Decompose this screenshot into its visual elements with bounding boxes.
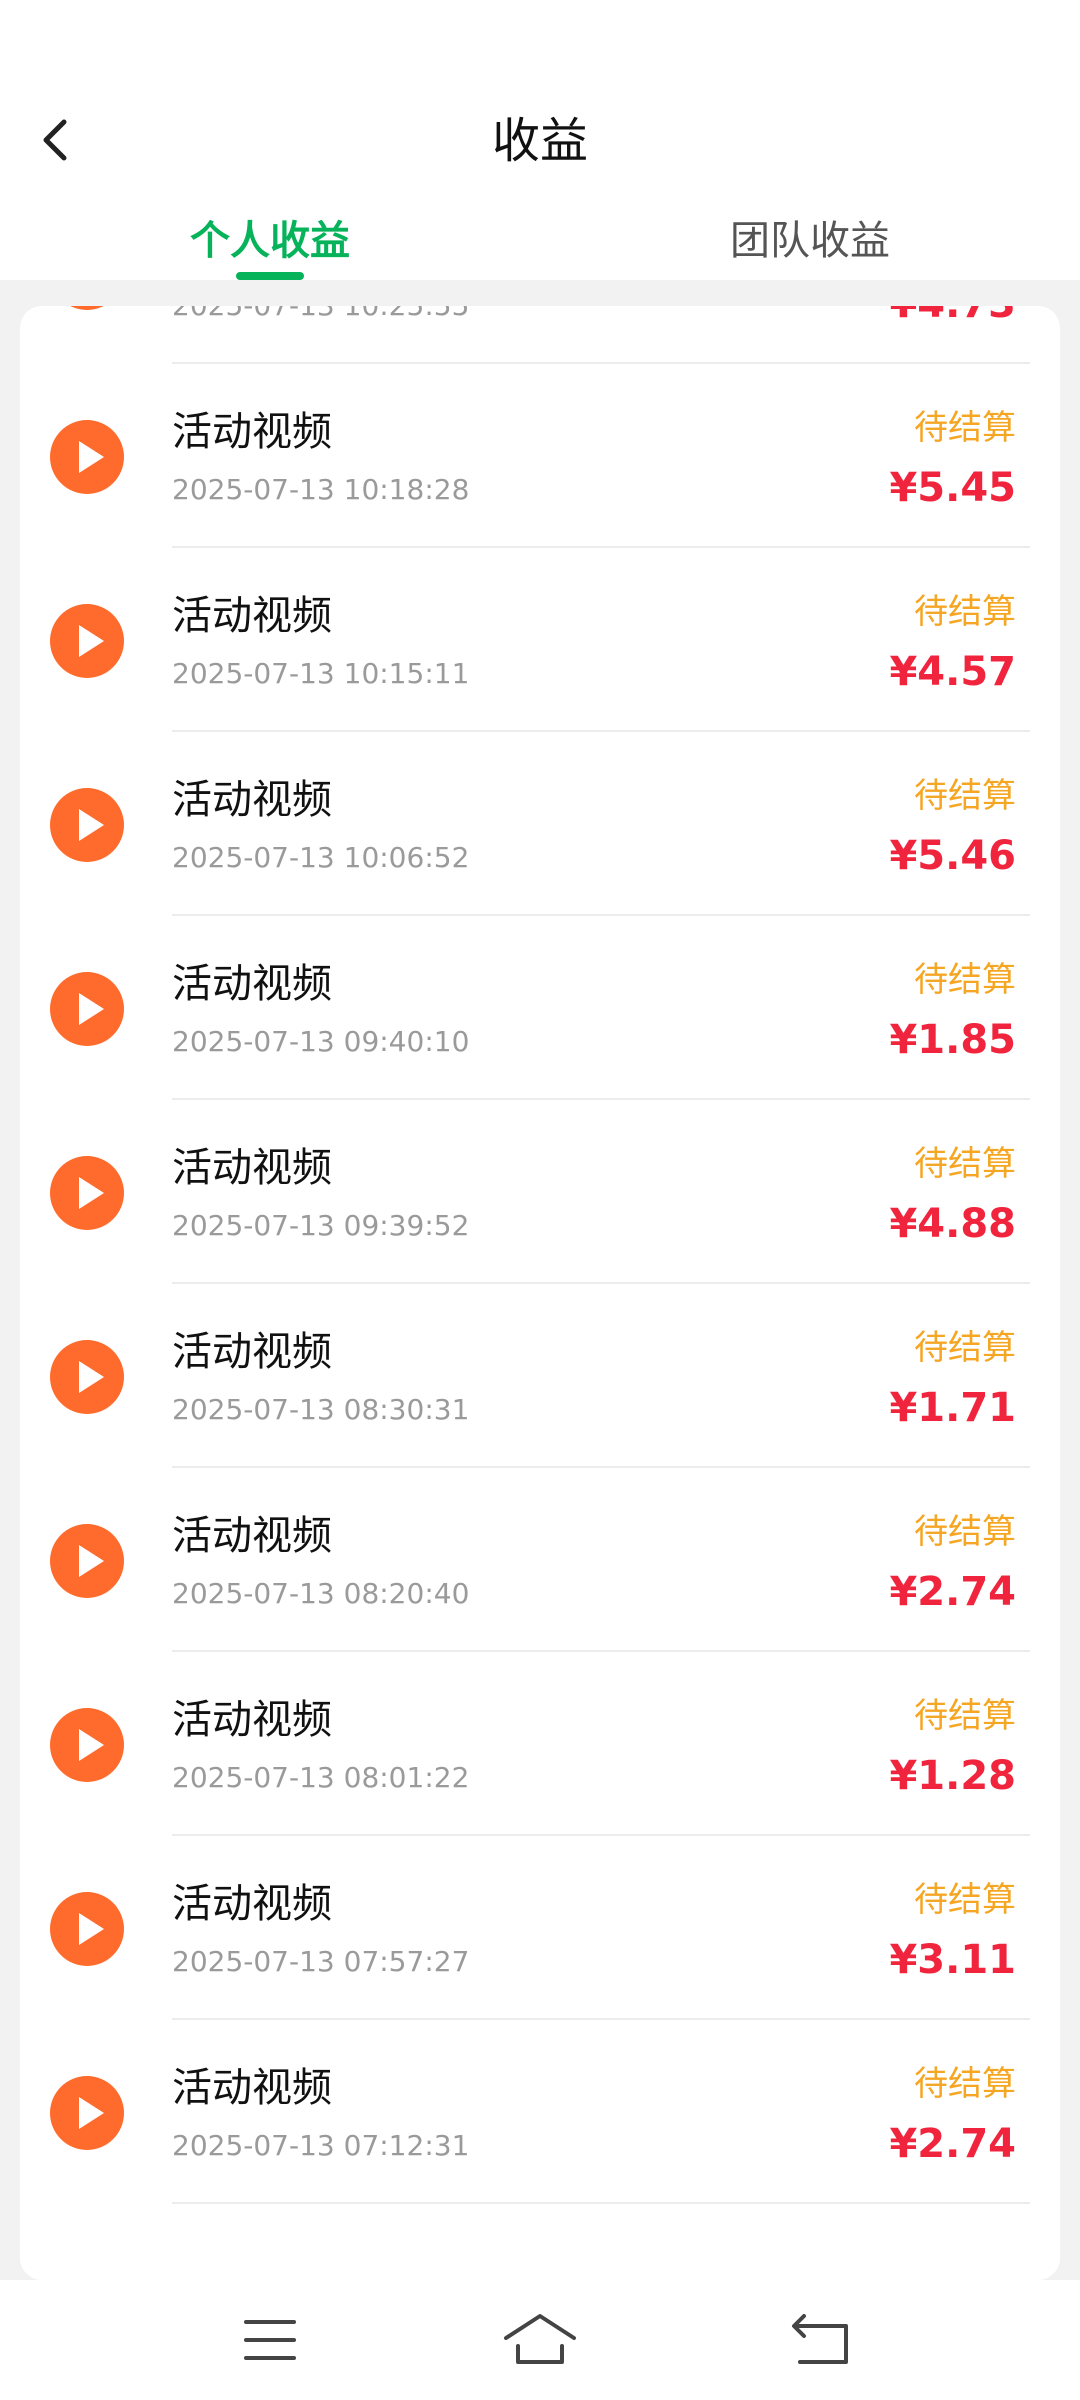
home-icon	[504, 2314, 576, 2364]
earnings-row-status: 待结算	[914, 1512, 1016, 1552]
earnings-list[interactable]: 活动视频2025-07-13 10:25:55待结算¥4.73活动视频2025-…	[20, 306, 1060, 2280]
back-arrow-icon	[792, 2314, 848, 2364]
earnings-row[interactable]: 活动视频 2025-07-13 10:15:11 待结算 ¥4.57	[20, 548, 1060, 732]
earnings-row-amount: ¥3.11	[889, 1937, 1016, 1983]
earnings-row-title: 活动视频	[172, 1329, 332, 1375]
system-navigation-bar	[0, 2280, 1080, 2400]
earnings-row-status: 待结算	[914, 408, 1016, 448]
play-icon	[50, 1524, 124, 1598]
earnings-row-time: 2025-07-13 10:06:52	[172, 841, 470, 874]
earnings-row-time: 2025-07-13 09:39:52	[172, 1209, 470, 1242]
earnings-row-status: 待结算	[914, 1144, 1016, 1184]
tab-team-earnings[interactable]: 团队收益	[660, 206, 960, 276]
play-icon	[50, 972, 124, 1046]
play-icon	[50, 1340, 124, 1414]
active-tab-indicator	[236, 272, 304, 280]
earnings-row-status: 待结算	[914, 592, 1016, 632]
earnings-row-time: 2025-07-13 07:57:27	[172, 1945, 470, 1978]
earnings-row-amount: ¥2.74	[889, 2121, 1016, 2167]
earnings-row-amount: ¥1.85	[889, 1017, 1016, 1063]
earnings-row-amount: ¥1.71	[889, 1385, 1016, 1431]
play-icon	[50, 306, 124, 310]
earnings-row[interactable]: 活动视频 2025-07-13 07:12:31 待结算 ¥2.74	[20, 2020, 1060, 2204]
play-icon	[50, 604, 124, 678]
earnings-row-status: 待结算	[914, 1880, 1016, 1920]
earnings-row[interactable]: 活动视频 2025-07-13 09:39:52 待结算 ¥4.88	[20, 1100, 1060, 1284]
earnings-row-amount: ¥2.74	[889, 1569, 1016, 1615]
earnings-row-status: 待结算	[914, 1696, 1016, 1736]
earnings-row[interactable]: 活动视频 2025-07-13 08:01:22 待结算 ¥1.28	[20, 1652, 1060, 1836]
earnings-row-time: 2025-07-13 07:12:31	[172, 2129, 470, 2162]
app-header: 收益 个人收益 团队收益	[0, 0, 1080, 280]
earnings-row-amount: ¥4.73	[889, 306, 1016, 330]
page-title: 收益	[491, 113, 588, 169]
earnings-row-title: 活动视频	[172, 961, 332, 1007]
earnings-row-amount: ¥4.88	[889, 1201, 1016, 1247]
earnings-row-amount: ¥5.45	[889, 465, 1016, 511]
nav-menu-button[interactable]	[220, 2300, 320, 2380]
earnings-row[interactable]: 活动视频 2025-07-13 08:30:31 待结算 ¥1.71	[20, 1284, 1060, 1468]
earnings-row-time: 2025-07-13 10:15:11	[172, 657, 470, 690]
earnings-row-status: 待结算	[914, 776, 1016, 816]
earnings-row[interactable]: 活动视频2025-07-13 10:25:55待结算¥4.73	[20, 306, 1060, 364]
play-icon	[50, 1156, 124, 1230]
earnings-row-title: 活动视频	[172, 1513, 332, 1559]
earnings-row[interactable]: 活动视频 2025-07-13 10:06:52 待结算 ¥5.46	[20, 732, 1060, 916]
earnings-row-time: 2025-07-13 08:20:40	[172, 1577, 470, 1610]
earnings-row[interactable]: 活动视频 2025-07-13 10:18:28 待结算 ¥5.45	[20, 364, 1060, 548]
earnings-row-amount: ¥1.28	[889, 1753, 1016, 1799]
earnings-row-amount: ¥4.57	[889, 649, 1016, 695]
earnings-row-status: 待结算	[914, 960, 1016, 1000]
earnings-row-status: 待结算	[914, 1328, 1016, 1368]
menu-icon	[244, 2320, 296, 2360]
nav-home-button[interactable]	[490, 2300, 590, 2380]
earnings-row[interactable]: 活动视频 2025-07-13 09:40:10 待结算 ¥1.85	[20, 916, 1060, 1100]
play-icon	[50, 420, 124, 494]
earnings-row-time: 2025-07-13 10:18:28	[172, 473, 470, 506]
earnings-row-title: 活动视频	[172, 1697, 332, 1743]
play-icon	[50, 788, 124, 862]
earnings-row-status: 待结算	[914, 2064, 1016, 2104]
earnings-row-title: 活动视频	[172, 1145, 332, 1191]
earnings-row-title: 活动视频	[172, 593, 332, 639]
earnings-row[interactable]: 活动视频 2025-07-13 08:20:40 待结算 ¥2.74	[20, 1468, 1060, 1652]
earnings-row-time: 2025-07-13 08:30:31	[172, 1393, 470, 1426]
earnings-row-time: 2025-07-13 08:01:22	[172, 1761, 470, 1794]
tab-personal-earnings[interactable]: 个人收益	[120, 206, 420, 276]
earnings-row-amount: ¥5.46	[889, 833, 1016, 879]
play-icon	[50, 2076, 124, 2150]
earnings-list-inner: 活动视频2025-07-13 10:25:55待结算¥4.73活动视频2025-…	[20, 306, 1060, 2204]
earnings-row-time: 2025-07-13 09:40:10	[172, 1025, 470, 1058]
earnings-row-title: 活动视频	[172, 2065, 332, 2111]
earnings-row-time: 2025-07-13 10:25:55	[172, 306, 469, 326]
earnings-row-title: 活动视频	[172, 777, 332, 823]
play-icon	[50, 1892, 124, 1966]
nav-back-button[interactable]	[770, 2300, 870, 2380]
earnings-row-title: 活动视频	[172, 409, 332, 455]
play-icon	[50, 1708, 124, 1782]
earnings-row-title: 活动视频	[172, 1881, 332, 1927]
row-divider	[172, 2202, 1030, 2204]
earnings-row[interactable]: 活动视频 2025-07-13 07:57:27 待结算 ¥3.11	[20, 1836, 1060, 2020]
